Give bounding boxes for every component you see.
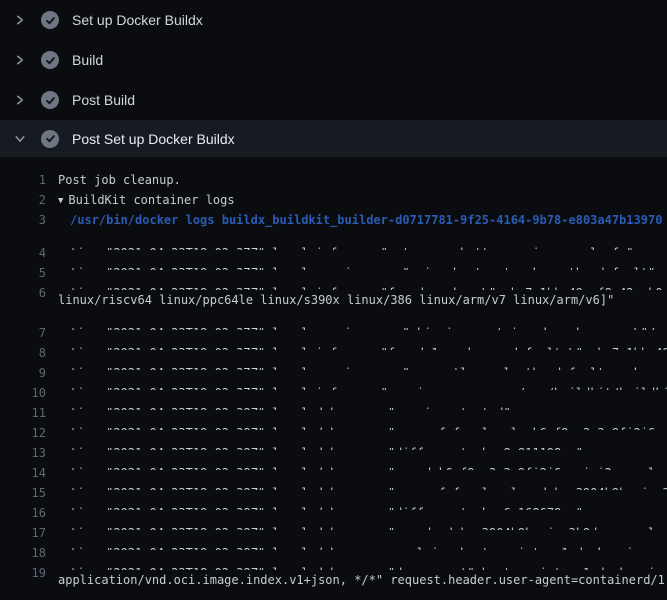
- log-line: 1 ▼Post job cleanup.: [0, 170, 667, 190]
- log-line: 5 ▼time="2021-04-23T18:02:37Z" level=war…: [0, 250, 667, 270]
- steps-list: Set up Docker Buildx Build Post Build Po…: [0, 0, 667, 157]
- step-label: Post Set up Docker Buildx: [72, 131, 235, 147]
- log-line: ▼linux/riscv64 linux/ppc64le linux/s390x…: [0, 290, 667, 310]
- log-line-number[interactable]: [0, 290, 46, 310]
- log-line: 18 ▼time="2021-04-23T18:02:38Z" level=de…: [0, 530, 667, 550]
- success-check-icon: [41, 91, 59, 109]
- log-line-number[interactable]: 9: [0, 363, 46, 370]
- log-line-text: time="2021-04-23T18:02:38Z" level=debug …: [70, 506, 583, 510]
- log-line-text: Post job cleanup.: [58, 173, 181, 187]
- log-line-number[interactable]: 8: [0, 343, 46, 350]
- step-row-post-build[interactable]: Post Build: [0, 80, 667, 120]
- chevron-right-icon[interactable]: [12, 92, 28, 108]
- log-line: 17 ▼time="2021-04-23T18:02:38Z" level=de…: [0, 510, 667, 530]
- log-line-text: time="2021-04-23T18:02:38Z" level=debug …: [70, 426, 667, 430]
- log-line: 20 ▼time="2021-04-23T18:02:38Z" level=de…: [0, 590, 667, 600]
- chevron-right-icon[interactable]: [12, 52, 28, 68]
- log-line-text: time="2021-04-23T18:02:37Z" level=warnin…: [70, 326, 667, 330]
- log-line: 10 ▼time="2021-04-23T18:02:37Z" level=in…: [0, 370, 667, 390]
- log-line-text: time="2021-04-23T18:02:37Z" level=info m…: [70, 346, 667, 350]
- log-line-number[interactable]: 19: [0, 563, 46, 570]
- log-line-number[interactable]: 6: [0, 283, 46, 290]
- log-line-number[interactable]: 17: [0, 523, 46, 530]
- log-line: ▼application/vnd.oci.image.index.v1+json…: [0, 570, 667, 590]
- log-line-number[interactable]: 11: [0, 403, 46, 410]
- log-line-text: time="2021-04-23T18:02:38Z" level=debug …: [70, 446, 583, 450]
- log-line-text: /usr/bin/docker logs buildx_buildkit_bui…: [70, 213, 662, 227]
- log-line-number[interactable]: 7: [0, 323, 46, 330]
- log-line: 12 ▼time="2021-04-23T18:02:38Z" level=de…: [0, 410, 667, 430]
- log-line: 14 ▼time="2021-04-23T18:02:38Z" level=de…: [0, 450, 667, 470]
- log-line: 9 ▼time="2021-04-23T18:02:37Z" level=war…: [0, 350, 667, 370]
- log-line-text: time="2021-04-23T18:02:38Z" level=debug …: [70, 466, 667, 470]
- log-line-text: time="2021-04-23T18:02:38Z" level=debug …: [70, 406, 511, 410]
- log-line-text: time="2021-04-23T18:02:38Z" level=debug …: [70, 486, 667, 490]
- log-line: 15 ▼time="2021-04-23T18:02:38Z" level=de…: [0, 470, 667, 490]
- log-line-text: time="2021-04-23T18:02:38Z" level=debug …: [70, 546, 641, 550]
- chevron-down-icon[interactable]: [12, 131, 28, 147]
- step-row-build[interactable]: Build: [0, 40, 667, 80]
- log-line-text: time="2021-04-23T18:02:38Z" level=debug …: [70, 526, 667, 530]
- log-line-number[interactable]: 5: [0, 263, 46, 270]
- log-line-text: time="2021-04-23T18:02:37Z" level=info m…: [70, 386, 667, 390]
- log-line: 3 ▼/usr/bin/docker logs buildx_buildkit_…: [0, 210, 667, 230]
- group-collapse-icon[interactable]: ▼: [58, 196, 63, 206]
- log-line-number[interactable]: 14: [0, 463, 46, 470]
- success-check-icon: [41, 130, 59, 148]
- log-line: 19 ▼time="2021-04-23T18:02:38Z" level=de…: [0, 550, 667, 570]
- log-line-number[interactable]: 13: [0, 443, 46, 450]
- log-line-text: application/vnd.oci.image.index.v1+json,…: [58, 573, 667, 587]
- step-label: Build: [72, 52, 103, 68]
- log-line: 2 ▼ BuildKit container logs: [0, 190, 667, 210]
- log-line-number[interactable]: 2: [0, 190, 46, 210]
- log-line-text: time="2021-04-23T18:02:37Z" level=warnin…: [70, 366, 667, 370]
- log-line: 13 ▼time="2021-04-23T18:02:38Z" level=de…: [0, 430, 667, 450]
- log-line: 16 ▼time="2021-04-23T18:02:38Z" level=de…: [0, 490, 667, 510]
- success-check-icon: [41, 51, 59, 69]
- log-line-text: time="2021-04-23T18:02:37Z" level=warnin…: [70, 266, 655, 270]
- log-line: 4 ▼time="2021-04-23T18:02:37Z" level=inf…: [0, 230, 667, 250]
- log-line-text: linux/riscv64 linux/ppc64le linux/s390x …: [58, 293, 614, 307]
- log-line-number[interactable]: 15: [0, 483, 46, 490]
- chevron-right-icon[interactable]: [12, 12, 28, 28]
- log-line-number[interactable]: 4: [0, 243, 46, 250]
- step-label: Post Build: [72, 92, 135, 108]
- log-line-number[interactable]: 18: [0, 543, 46, 550]
- step-row-set-up-docker-buildx[interactable]: Set up Docker Buildx: [0, 0, 667, 40]
- log-line-number[interactable]: 3: [0, 210, 46, 230]
- step-label: Set up Docker Buildx: [72, 12, 203, 28]
- log-line: 8 ▼time="2021-04-23T18:02:37Z" level=inf…: [0, 330, 667, 350]
- step-row-post-set-up-docker-buildx[interactable]: Post Set up Docker Buildx: [0, 120, 667, 157]
- log-line-number[interactable]: 10: [0, 383, 46, 390]
- log-line-number[interactable]: 1: [0, 170, 46, 190]
- log-viewer: 1 ▼Post job cleanup. 2 ▼ BuildKit contain…: [0, 157, 667, 600]
- log-line-number[interactable]: 12: [0, 423, 46, 430]
- log-line-number[interactable]: 16: [0, 503, 46, 510]
- log-line: 11 ▼time="2021-04-23T18:02:38Z" level=de…: [0, 390, 667, 410]
- success-check-icon: [41, 11, 59, 29]
- log-line: 7 ▼time="2021-04-23T18:02:37Z" level=war…: [0, 310, 667, 330]
- log-line-text: BuildKit container logs: [68, 193, 234, 207]
- log-line-number[interactable]: [0, 570, 46, 590]
- log-line-text: time="2021-04-23T18:02:37Z" level=info m…: [70, 246, 634, 250]
- log-line: 6 ▼time="2021-04-23T18:02:37Z" level=inf…: [0, 270, 667, 290]
